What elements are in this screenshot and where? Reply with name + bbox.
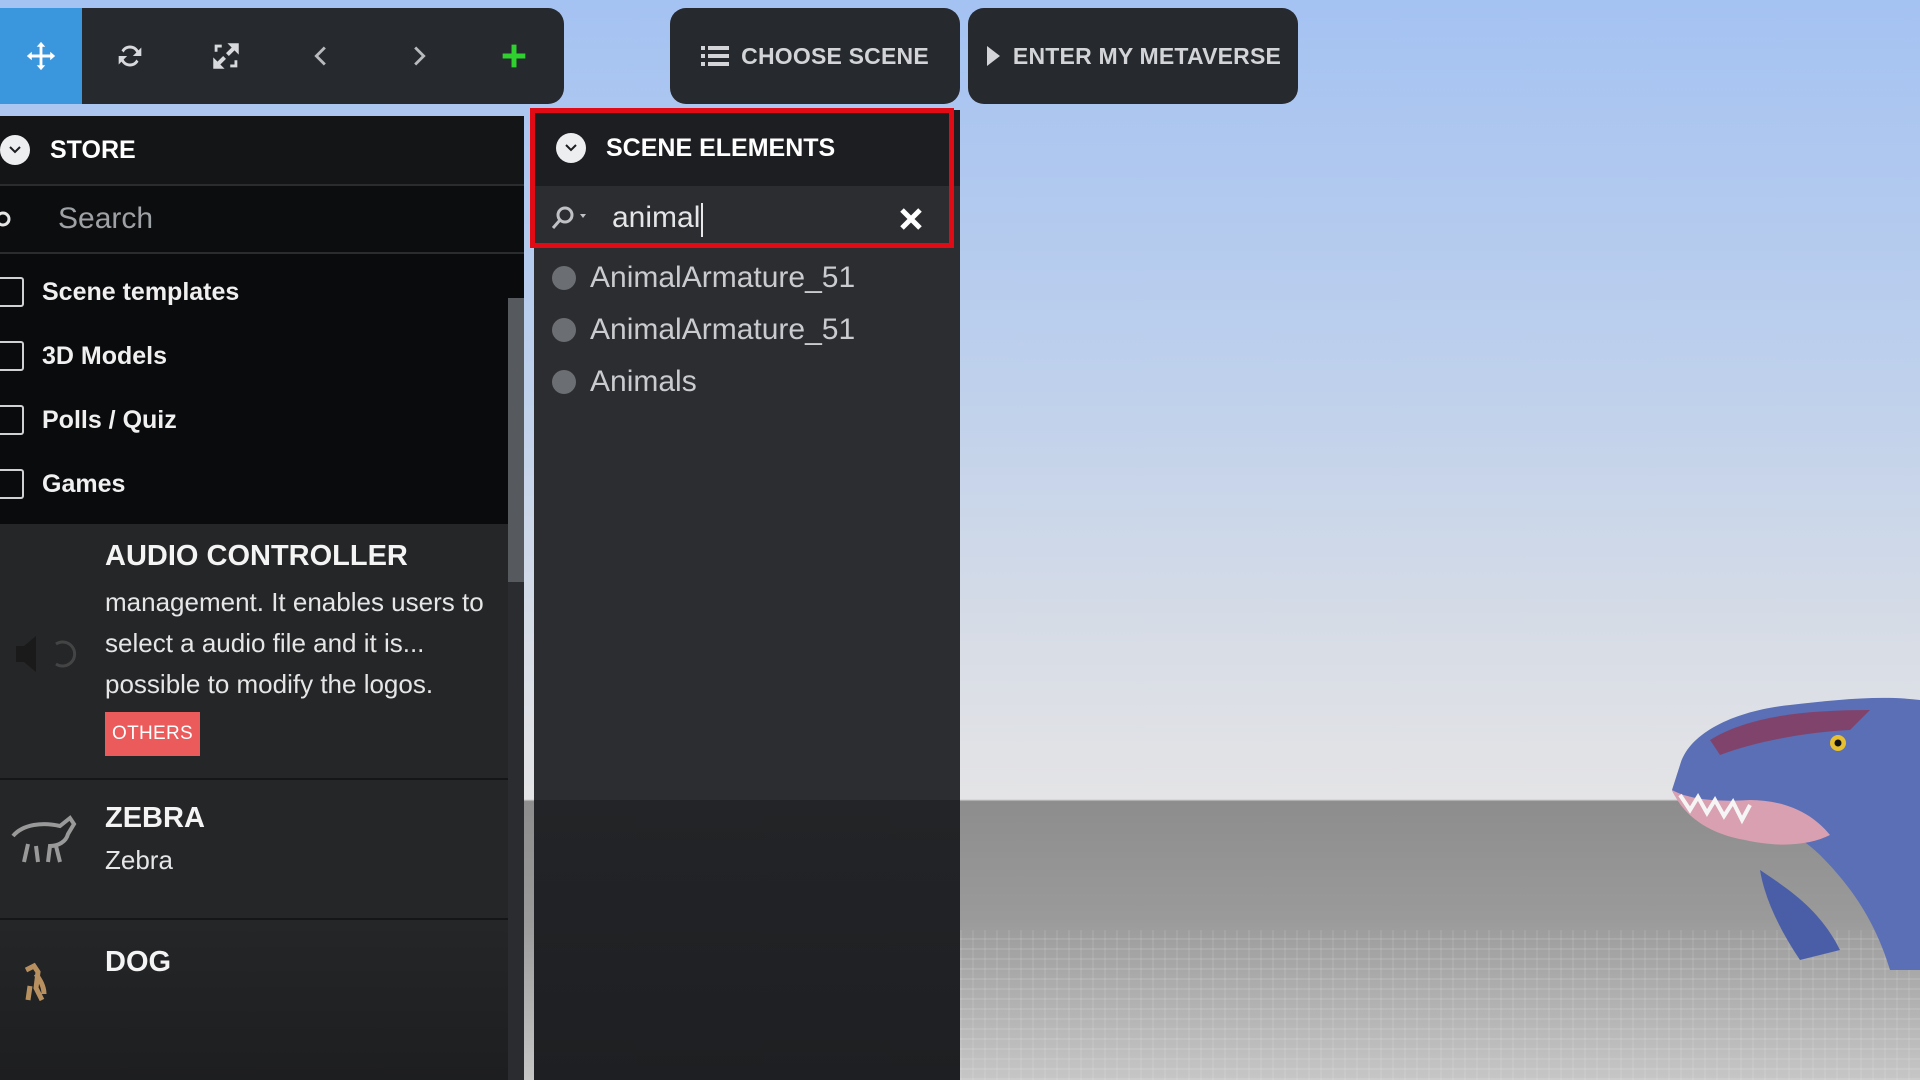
move-arrows-icon — [26, 41, 56, 71]
category-polls-quiz[interactable]: Polls / Quiz — [0, 388, 524, 452]
element-label: AnimalArmature_51 — [590, 261, 856, 294]
checkbox[interactable] — [0, 277, 24, 307]
item-title: DOG — [105, 946, 172, 978]
move-tool-button[interactable] — [0, 8, 82, 104]
speaker-icon — [16, 636, 77, 672]
category-tag: OTHERS — [105, 712, 200, 756]
scene-element-item[interactable]: AnimalArmature_51 — [534, 252, 960, 304]
choose-scene-button[interactable]: CHOOSE SCENE — [670, 8, 960, 104]
category-label: Games — [42, 469, 126, 498]
transform-toolbar — [0, 8, 564, 104]
scene-elements-header[interactable]: SCENE ELEMENTS — [534, 110, 960, 186]
list-icon — [701, 46, 730, 66]
zebra-thumbnail — [11, 815, 77, 863]
scene-element-item[interactable]: AnimalArmature_51 — [534, 304, 960, 356]
rotate-tool-button[interactable] — [82, 8, 178, 104]
store-header[interactable]: STORE — [0, 116, 524, 184]
visibility-dot[interactable] — [552, 370, 576, 394]
scene-elements-search[interactable]: animal — [534, 186, 960, 252]
scale-tool-button[interactable] — [178, 8, 274, 104]
checkbox[interactable] — [0, 405, 24, 435]
search-options-icon[interactable] — [548, 204, 592, 234]
add-element-button[interactable] — [466, 8, 562, 104]
undo-button[interactable] — [274, 8, 370, 104]
category-scene-templates[interactable]: Scene templates — [0, 260, 524, 324]
scene-panel-empty-area — [534, 800, 960, 1080]
chevron-right-icon — [414, 46, 426, 66]
dog-thumbnail — [24, 962, 47, 1002]
visibility-dot[interactable] — [552, 266, 576, 290]
store-item-dog[interactable]: DOG — [0, 920, 508, 1080]
store-scrollbar[interactable] — [508, 298, 524, 1080]
item-subtitle: Zebra — [105, 845, 173, 875]
scene-search-input[interactable]: animal — [612, 201, 882, 237]
store-item-zebra[interactable]: ZEBRA Zebra — [0, 780, 508, 920]
checkbox[interactable] — [0, 469, 24, 499]
scale-icon — [213, 43, 239, 69]
scene-elements-panel: SCENE ELEMENTS animal AnimalArmature_51 … — [534, 110, 960, 1080]
store-title: STORE — [50, 135, 136, 164]
item-description: management. It enables users to select a… — [105, 587, 484, 699]
dinosaur-model[interactable] — [1650, 670, 1920, 970]
play-icon — [986, 46, 1000, 66]
redo-button[interactable] — [370, 8, 466, 104]
category-label: Scene templates — [42, 277, 240, 306]
scrollbar-thumb[interactable] — [508, 298, 524, 582]
store-item-audio-controller[interactable]: AUDIO CONTROLLER management. It enables … — [0, 524, 508, 780]
store-search-bar[interactable] — [0, 184, 524, 254]
rotate-icon — [118, 45, 142, 67]
element-label: Animals — [590, 365, 697, 398]
category-label: 3D Models — [42, 341, 168, 370]
choose-scene-label: CHOOSE SCENE — [741, 42, 929, 69]
close-icon[interactable] — [898, 206, 924, 232]
chevron-down-icon[interactable] — [556, 133, 586, 163]
element-label: AnimalArmature_51 — [590, 313, 856, 346]
enter-metaverse-label: ENTER MY METAVERSE — [1012, 42, 1282, 69]
category-label: Polls / Quiz — [42, 405, 177, 434]
scene-elements-title: SCENE ELEMENTS — [606, 133, 836, 162]
chevron-down-icon[interactable] — [0, 135, 30, 165]
search-icon — [0, 211, 11, 227]
item-title: AUDIO CONTROLLER — [105, 540, 408, 572]
plus-icon — [502, 44, 526, 68]
scene-element-item[interactable]: Animals — [534, 356, 960, 408]
visibility-dot[interactable] — [552, 318, 576, 342]
checkbox[interactable] — [0, 341, 24, 371]
category-games[interactable]: Games — [0, 452, 524, 516]
category-3d-models[interactable]: 3D Models — [0, 324, 524, 388]
store-search-input[interactable] — [56, 201, 460, 237]
item-title: ZEBRA — [105, 802, 205, 834]
enter-metaverse-button[interactable]: ENTER MY METAVERSE — [968, 8, 1298, 104]
store-panel: STORE Scene templates 3D Models Polls / … — [0, 116, 524, 1080]
chevron-left-icon — [314, 46, 326, 66]
